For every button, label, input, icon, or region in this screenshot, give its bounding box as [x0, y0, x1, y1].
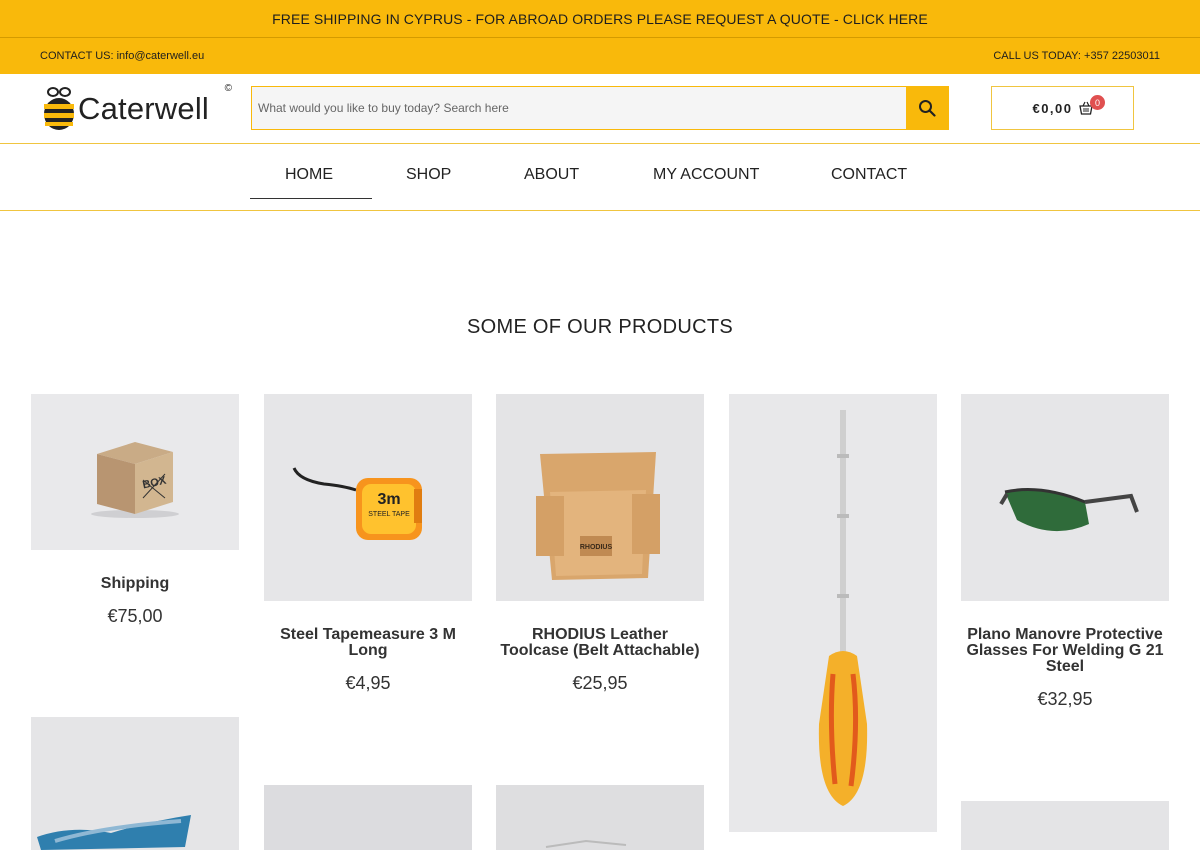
product-image-safety-glasses[interactable] [31, 717, 239, 850]
product-card[interactable] [31, 717, 239, 850]
nav-active-indicator [250, 198, 372, 199]
logo[interactable]: Caterwell © [42, 83, 232, 133]
product-price: €4,95 [345, 673, 391, 693]
toolcase-label: RHODIUS [580, 544, 613, 551]
search-icon [919, 100, 936, 117]
product-image-box[interactable]: BOX [31, 394, 239, 550]
product-image[interactable] [496, 785, 704, 850]
contact-phone[interactable]: CALL US TODAY: +357 22503011 [993, 50, 1160, 62]
product-image-welding-glasses[interactable] [961, 394, 1169, 601]
product-image[interactable] [961, 801, 1169, 850]
product-price: €32,95 [1037, 689, 1093, 709]
nav-my-account[interactable]: MY ACCOUNT [653, 166, 759, 184]
main-nav: HOME SHOP ABOUT MY ACCOUNT CONTACT [0, 144, 1200, 211]
product-card[interactable] [729, 394, 937, 832]
cart-button[interactable]: €0,00 [991, 86, 1134, 130]
bee-logo-icon [42, 86, 76, 132]
cart-count-badge: 0 [1090, 95, 1105, 110]
nav-shop[interactable]: SHOP [406, 166, 451, 184]
product-image-tapemeasure[interactable]: 3m STEEL TAPE [264, 394, 472, 601]
product-card[interactable] [496, 785, 704, 850]
product-image-mop[interactable] [729, 394, 937, 832]
copyright-mark: © [224, 83, 232, 94]
cart-total: €0,00 [1032, 100, 1073, 116]
product-card[interactable]: BOX Shipping €75,00 [31, 394, 239, 627]
product-card[interactable] [961, 801, 1169, 850]
product-card[interactable]: Plano Manovre Protective Glasses For Wel… [961, 394, 1169, 710]
product-card[interactable]: 3m STEEL TAPE Steel Tapemeasure 3 M Long… [264, 394, 472, 694]
site-header: Caterwell © €0,00 [0, 74, 1200, 144]
promo-text[interactable]: FREE SHIPPING IN CYPRUS - FOR ABROAD ORD… [272, 11, 928, 27]
tape-small-label: STEEL TAPE [368, 511, 410, 518]
contact-bar: CONTACT US: info@caterwell.eu CALL US TO… [0, 38, 1200, 74]
product-card[interactable] [264, 785, 472, 850]
nav-home[interactable]: HOME [285, 166, 333, 184]
nav-about[interactable]: ABOUT [524, 166, 579, 184]
product-name[interactable]: Steel Tapemeasure 3 M Long [264, 627, 472, 659]
product-price: €25,95 [572, 673, 628, 693]
section-title: SOME OF OUR PRODUCTS [466, 316, 733, 338]
product-image[interactable] [264, 785, 472, 850]
product-card[interactable]: RHODIUS RHODIUS Leather Toolcase (Belt A… [496, 394, 704, 694]
contact-email[interactable]: CONTACT US: info@caterwell.eu [40, 50, 204, 62]
search-button[interactable] [906, 87, 948, 129]
search-input[interactable] [252, 87, 906, 129]
tape-big-label: 3m [377, 491, 400, 508]
nav-contact[interactable]: CONTACT [831, 166, 907, 184]
search-bar [251, 86, 949, 130]
logo-wordmark: Caterwell [78, 91, 210, 126]
product-image-toolcase[interactable]: RHODIUS [496, 394, 704, 601]
product-name[interactable]: Shipping [31, 576, 239, 592]
product-name[interactable]: RHODIUS Leather Toolcase (Belt Attachabl… [496, 627, 704, 659]
product-price: €75,00 [107, 606, 163, 626]
promo-bar[interactable]: FREE SHIPPING IN CYPRUS - FOR ABROAD ORD… [0, 0, 1200, 38]
product-name[interactable]: Plano Manovre Protective Glasses For Wel… [961, 627, 1169, 675]
